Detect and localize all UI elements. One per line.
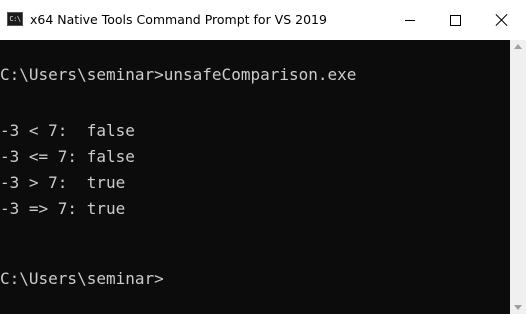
console-line-result-2: -3 <= 7: false <box>0 147 135 166</box>
console-line-result-3: -3 > 7: true <box>0 173 126 192</box>
minimize-button[interactable] <box>388 0 432 40</box>
close-icon <box>496 14 508 26</box>
window-title: x64 Native Tools Command Prompt for VS 2… <box>30 12 327 27</box>
console-output[interactable]: C:\Users\seminar>unsafeComparison.exe -3… <box>0 40 510 314</box>
vertical-scrollbar[interactable] <box>510 40 526 314</box>
command-prompt-window: C:\ x64 Native Tools Command Prompt for … <box>0 0 526 314</box>
scroll-up-arrow-icon[interactable] <box>514 44 522 49</box>
console-line-result-4: -3 => 7: true <box>0 199 126 218</box>
console-line-prompt: C:\Users\seminar> <box>0 269 164 288</box>
maximize-icon <box>449 14 461 26</box>
maximize-button[interactable] <box>433 0 477 40</box>
title-bar[interactable]: C:\ x64 Native Tools Command Prompt for … <box>0 0 526 40</box>
console-line-command: C:\Users\seminar>unsafeComparison.exe <box>0 65 357 84</box>
console-line-result-1: -3 < 7: false <box>0 121 135 140</box>
console-app-icon[interactable]: C:\ <box>7 12 23 26</box>
close-button[interactable] <box>478 0 526 40</box>
scroll-down-arrow-icon[interactable] <box>514 305 522 310</box>
minimize-icon <box>405 19 415 21</box>
